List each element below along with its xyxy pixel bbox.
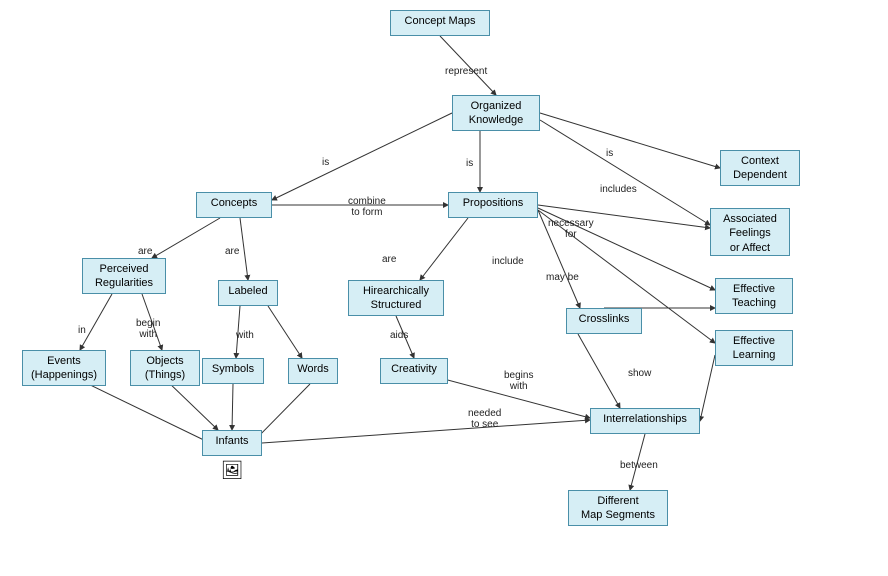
label-begins-with: beginswith [504, 370, 533, 392]
node-effective-learning[interactable]: EffectiveLearning [715, 330, 793, 366]
label-aids: aids [390, 330, 408, 341]
label-between: between [620, 460, 658, 471]
node-associated-feelings[interactable]: AssociatedFeelingsor Affect [710, 208, 790, 256]
label-in: in [78, 325, 86, 336]
node-interrelationships[interactable]: Interrelationships [590, 408, 700, 434]
node-events[interactable]: Events(Happenings) [22, 350, 106, 386]
label-needed-to-see: neededto see [468, 408, 501, 430]
label-is-3: is [606, 148, 613, 159]
node-creativity[interactable]: Creativity [380, 358, 448, 384]
label-represent: represent [445, 66, 487, 77]
node-context-dependent[interactable]: ContextDependent [720, 150, 800, 186]
label-is-1: is [322, 157, 329, 168]
node-labeled[interactable]: Labeled [218, 280, 278, 306]
label-are-2: are [225, 246, 239, 257]
node-words[interactable]: Words [288, 358, 338, 384]
node-hierarchically-structured[interactable]: HirearchicallyStructured [348, 280, 444, 316]
node-effective-teaching[interactable]: EffectiveTeaching [715, 278, 793, 314]
node-objects[interactable]: Objects(Things) [130, 350, 200, 386]
node-symbols[interactable]: Symbols [202, 358, 264, 384]
node-perceived-regularities[interactable]: PerceivedRegularities [82, 258, 166, 294]
label-are-1: are [138, 246, 152, 257]
node-concept-maps[interactable]: Concept Maps [390, 10, 490, 36]
label-with: with [236, 330, 254, 341]
label-are-3: are [382, 254, 396, 265]
node-different-map-segments[interactable]: DifferentMap Segments [568, 490, 668, 526]
node-concepts[interactable]: Concepts [196, 192, 272, 218]
label-may-be: may be [546, 272, 579, 283]
node-propositions[interactable]: Propositions [448, 192, 538, 218]
node-organized-knowledge[interactable]: OrganizedKnowledge [452, 95, 540, 131]
label-begin-with: beginwith [136, 318, 160, 340]
infants-icon: 🖼 [218, 460, 246, 481]
label-include: include [492, 256, 524, 267]
concept-map-canvas: { "nodes": { "concept_maps": { "label": … [0, 0, 888, 576]
label-show: show [628, 368, 651, 379]
label-necessary-for: necessaryfor [548, 218, 594, 240]
label-combine-to-form: combineto form [348, 196, 386, 218]
label-includes: includes [600, 184, 637, 195]
node-crosslinks[interactable]: Crosslinks [566, 308, 642, 334]
node-infants[interactable]: Infants [202, 430, 262, 456]
label-is-2: is [466, 158, 473, 169]
